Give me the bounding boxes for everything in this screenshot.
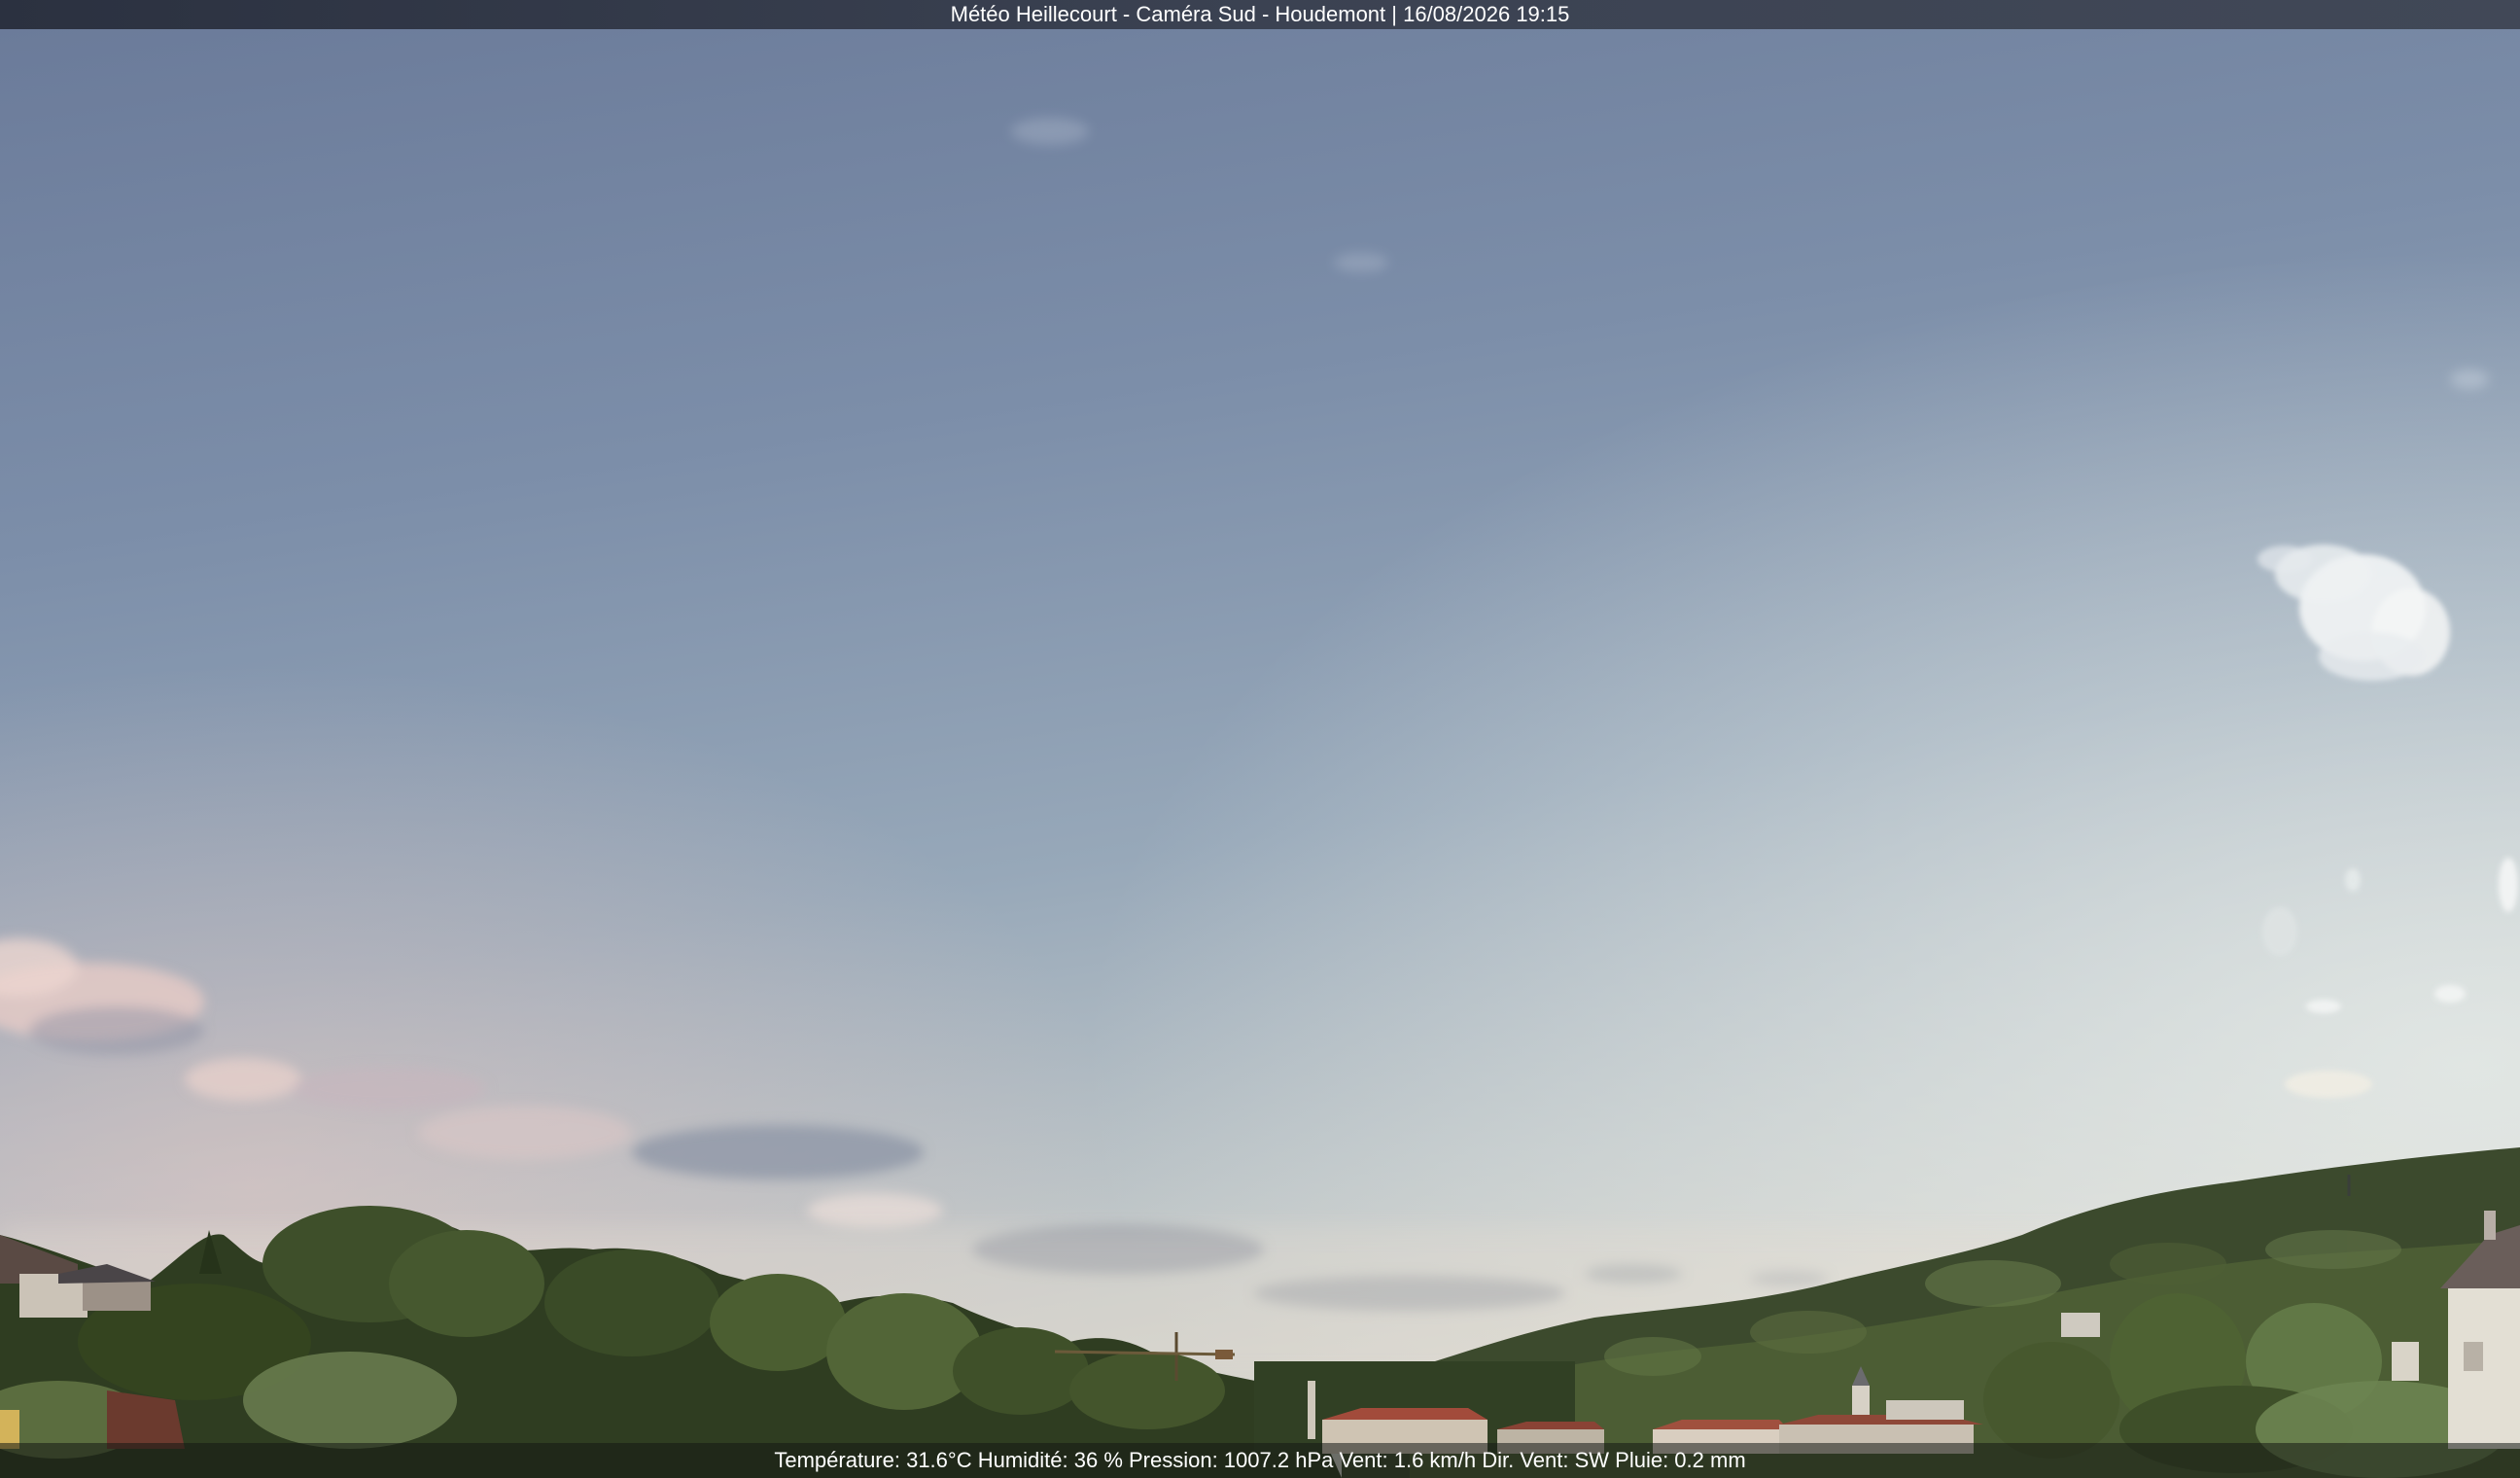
camera-title: Météo Heillecourt - Caméra Sud - Houdemo… [950, 2, 1570, 26]
webcam-scene [0, 0, 2520, 1478]
title-bar: Météo Heillecourt - Caméra Sud - Houdemo… [0, 0, 2520, 29]
weather-bar: Température: 31.6°C Humidité: 36 % Press… [0, 1443, 2520, 1478]
weather-readout: Température: 31.6°C Humidité: 36 % Press… [774, 1448, 1746, 1472]
webcam-frame: Météo Heillecourt - Caméra Sud - Houdemo… [0, 0, 2520, 1478]
church-steeple-icon [1852, 1386, 1870, 1415]
